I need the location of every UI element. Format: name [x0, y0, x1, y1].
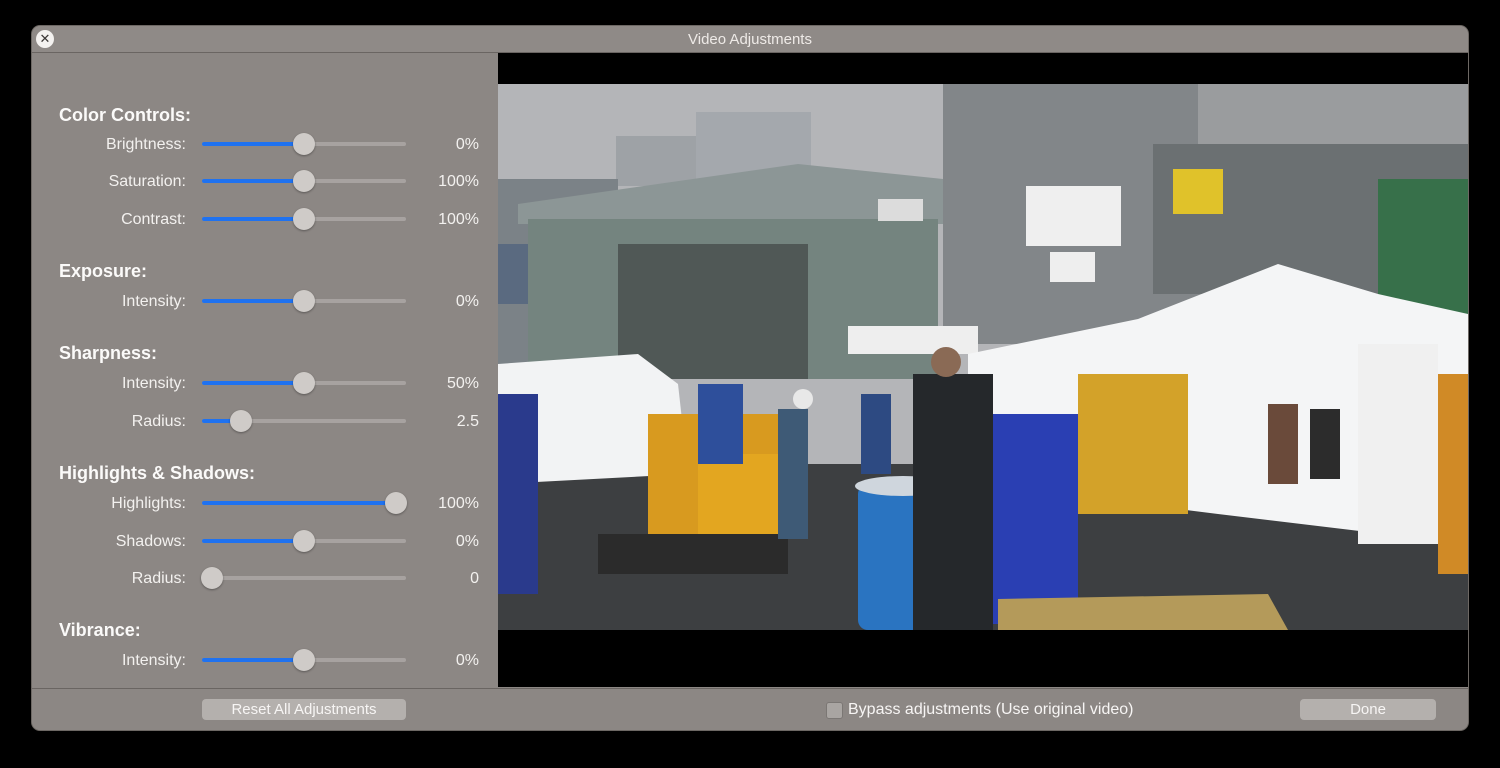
slider-value: 0 [470, 570, 479, 587]
reset-all-adjustments-button[interactable]: Reset All Adjustments [202, 699, 406, 720]
slider-value: 100% [438, 495, 479, 512]
section-title: Sharpness: [59, 343, 158, 363]
slider-fill [202, 539, 304, 543]
slider-value: 100% [438, 211, 479, 228]
slider-fill [202, 658, 304, 662]
slider-row: Brightness: 0% [32, 129, 498, 159]
slider-row: Intensity: 0% [32, 645, 498, 675]
slider-thumb[interactable] [293, 133, 315, 155]
section-title: Exposure: [59, 261, 148, 281]
slider-label: Shadows: [115, 533, 186, 550]
slider-label: Saturation: [108, 173, 186, 190]
slider-value: 0% [455, 136, 479, 153]
slider-label: Intensity: [121, 375, 186, 392]
video-frame-image [498, 84, 1468, 630]
slider-thumb[interactable] [293, 530, 315, 552]
slider-thumb[interactable] [384, 492, 407, 514]
window-title: Video Adjustments [688, 31, 812, 48]
slider-row: Intensity: 0% [32, 286, 498, 316]
slider-row: Intensity: 50% [32, 368, 498, 398]
slider-track[interactable] [202, 530, 406, 552]
slider-thumb[interactable] [293, 208, 315, 230]
slider-track[interactable] [201, 567, 406, 589]
slider-value: 0% [455, 293, 479, 310]
slider-track[interactable] [202, 208, 406, 230]
slider-row: Saturation: 100% [32, 166, 498, 196]
slider-fill [202, 142, 304, 146]
slider-value: 100% [438, 173, 479, 190]
slider-row: Contrast: 100% [32, 204, 498, 234]
bypass-label: Bypass adjustments (Use original video) [848, 701, 1134, 718]
slider-value: 2.5 [456, 413, 479, 430]
slider-fill [202, 179, 304, 183]
section-title: Highlights & Shadows: [59, 463, 255, 483]
slider-track[interactable] [202, 372, 406, 394]
slider-label: Highlights: [111, 495, 186, 512]
section-title: Vibrance: [59, 620, 141, 640]
slider-fill [202, 501, 396, 505]
slider-thumb[interactable] [201, 567, 224, 589]
title-bar: ✕ Video Adjustments [32, 26, 1468, 53]
slider-label: Brightness: [105, 136, 186, 153]
slider-thumb[interactable] [293, 649, 315, 671]
bypass-checkbox[interactable] [826, 702, 843, 719]
slider-thumb[interactable] [293, 170, 315, 192]
slider-label: Radius: [131, 413, 186, 430]
slider-fill [202, 381, 304, 385]
slider-row: Radius: 0 [32, 563, 498, 593]
slider-value: 50% [446, 375, 479, 392]
slider-track[interactable] [202, 410, 406, 432]
slider-fill [202, 217, 304, 221]
slider-value: 0% [455, 652, 479, 669]
slider-thumb[interactable] [229, 410, 252, 432]
slider-label: Intensity: [121, 652, 186, 669]
section-title: Color Controls: [59, 105, 191, 125]
video-preview [498, 84, 1468, 630]
slider-row: Radius: 2.5 [32, 406, 498, 436]
adjustments-panel: Color Controls: Brightness: 0% Saturation: 1… [32, 53, 498, 687]
slider-track[interactable] [202, 170, 406, 192]
slider-label: Intensity: [121, 293, 186, 310]
slider-label: Radius: [131, 570, 186, 587]
slider-track[interactable] [202, 290, 406, 312]
slider-fill [202, 299, 304, 303]
slider-thumb[interactable] [293, 372, 315, 394]
slider-track[interactable] [202, 649, 406, 671]
video-preview-area [498, 53, 1468, 687]
done-button[interactable]: Done [1300, 699, 1436, 720]
slider-value: 0% [455, 533, 479, 550]
slider-row: Highlights: 100% [32, 488, 498, 518]
slider-row: Shadows: 0% [32, 526, 498, 556]
slider-track[interactable] [202, 492, 407, 514]
footer-bar: Reset All Adjustments Bypass adjustments… [32, 688, 1468, 730]
video-adjustments-window: ✕ Video Adjustments Color Controls: Brigh… [32, 26, 1468, 730]
slider-track[interactable] [202, 133, 406, 155]
slider-thumb[interactable] [293, 290, 315, 312]
slider-label: Contrast: [121, 211, 186, 228]
